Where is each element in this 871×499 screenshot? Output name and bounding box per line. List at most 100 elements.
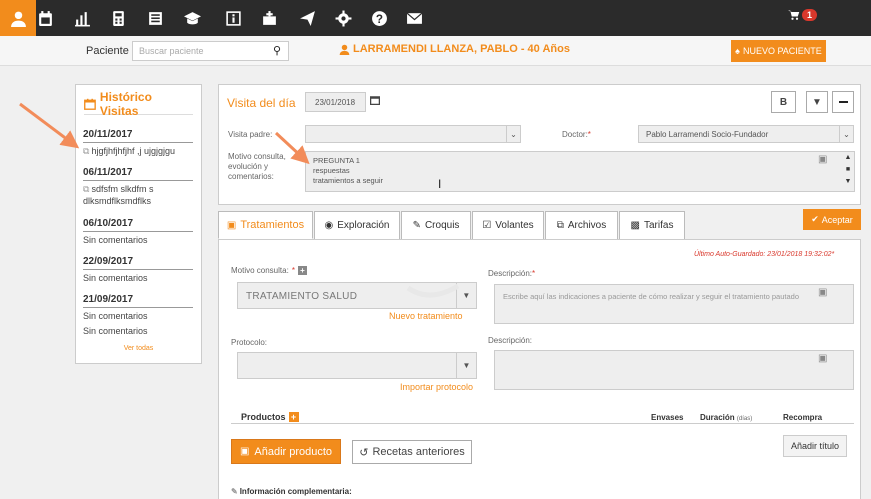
- list-item[interactable]: 20/11/2017 ⧉ hjgfjhfjhfjhf ,j ujgjgjgu: [83, 129, 193, 157]
- col-duracion-unit: (días): [736, 416, 753, 422]
- visit-comment: Sin comentarios: [83, 273, 148, 283]
- info-section: ✎ Información complementaria:: [231, 487, 352, 496]
- previous-recipes-button[interactable]: ↺ Recetas anteriores: [352, 440, 472, 464]
- doctor-label-text: Doctor:: [562, 130, 588, 139]
- pin-button[interactable]: ▼: [806, 91, 828, 113]
- visit-comment-line2: Sin comentarios: [83, 326, 148, 336]
- tab-croquis[interactable]: ✎ Croquis: [401, 211, 471, 239]
- gear-icon[interactable]: [325, 0, 361, 36]
- visit-date: 06/10/2017: [83, 218, 193, 232]
- list-item[interactable]: 22/09/2017 Sin comentarios: [83, 256, 193, 284]
- treat-motivo-label: Motivo consulta: * +: [231, 266, 307, 275]
- list-item[interactable]: 06/11/2017 ⧉ sdfsfm slkdfm s dlksmdflksmd…: [83, 167, 193, 207]
- top-navbar: ? 1: [0, 0, 871, 36]
- col-recompra: Recompra: [783, 413, 823, 422]
- motivo-line: PREGUNTA 1: [313, 156, 360, 165]
- tab-archivos[interactable]: ⧉ Archivos: [545, 211, 618, 239]
- tab-label: Archivos: [567, 220, 607, 231]
- import-protocol-link[interactable]: Importar protocolo: [400, 382, 473, 392]
- eye-icon: ◉: [324, 220, 334, 231]
- products-header: Productos +: [241, 412, 299, 422]
- description2-textarea[interactable]: [494, 350, 854, 390]
- description-textarea[interactable]: Escribe aquí las indicaciones a paciente…: [494, 284, 854, 324]
- graduation-cap-icon[interactable]: [174, 0, 210, 36]
- visit-date-field[interactable]: 23/01/2018: [305, 92, 366, 112]
- cart-badge: 1: [802, 9, 818, 21]
- motivo-textarea[interactable]: PREGUNTA 1 respuestas tratamientos a seg…: [305, 151, 855, 192]
- envelope-icon[interactable]: [396, 0, 432, 36]
- medkit-icon: ▣: [226, 219, 237, 231]
- calendar-icon[interactable]: [27, 0, 63, 36]
- visit-comment: ⧉ hjgfjhfjhfjhf ,j ujgjgjgu: [83, 145, 193, 157]
- question-icon[interactable]: ?: [361, 0, 397, 36]
- tab-label: Tratamientos: [240, 219, 305, 231]
- cart-button[interactable]: 1: [788, 9, 818, 21]
- bar-chart-icon[interactable]: [64, 0, 100, 36]
- see-all-link[interactable]: Ver todas: [75, 345, 202, 352]
- motivo-select[interactable]: TRATAMIENTO SALUD ▼: [237, 282, 477, 309]
- copy-icon: ⧉: [83, 184, 90, 194]
- motivo-line: respuestas: [313, 166, 350, 175]
- calendar-icon[interactable]: [370, 95, 380, 108]
- list-item[interactable]: 21/09/2017 Sin comentarios Sin comentari…: [83, 294, 193, 337]
- patient-name-text: LARRAMENDI LLANZA, PABLO - 40 Años: [353, 43, 570, 55]
- expand-icon[interactable]: ▣: [818, 154, 827, 165]
- tab-tarifas[interactable]: ▩ Tarifas: [619, 211, 685, 239]
- bold-button[interactable]: B: [771, 91, 796, 113]
- add-product-label: Añadir producto: [254, 445, 333, 458]
- col-envases: Envases: [651, 413, 684, 422]
- calendar-icon: [84, 98, 96, 110]
- cart-icon: [788, 10, 800, 20]
- visit-comment-text: hjgfjhfjhfjhf ,j ujgjgjgu: [91, 146, 175, 156]
- patient-search-input[interactable]: Buscar paciente: [132, 41, 289, 61]
- new-patient-button[interactable]: ♠ NUEVO PACIENTE: [731, 40, 826, 62]
- products-label: Productos: [241, 412, 286, 422]
- motivo-select-value: TRATAMIENTO SALUD: [246, 291, 358, 302]
- list-item[interactable]: 06/10/2017 Sin comentarios: [83, 218, 193, 246]
- search-icon[interactable]: ⚲: [273, 44, 281, 57]
- tab-tratamientos[interactable]: ▣ Tratamientos: [218, 211, 313, 239]
- tab-volantes[interactable]: ☑ Volantes: [472, 211, 544, 239]
- accept-label: Aceptar: [821, 214, 853, 225]
- minus-icon: [838, 101, 848, 103]
- col-duracion-text: Duración: [700, 413, 735, 422]
- newspaper-icon[interactable]: [137, 0, 173, 36]
- plus-icon[interactable]: +: [288, 412, 299, 422]
- protocol-select[interactable]: ▼: [237, 352, 477, 379]
- visit-date: 22/09/2017: [83, 256, 193, 270]
- history-header: Histórico Visitas: [84, 90, 193, 118]
- expand-icon[interactable]: ▣: [818, 353, 827, 364]
- patient-name: LARRAMENDI LLANZA, PABLO - 40 Años: [339, 43, 570, 55]
- tab-label: Croquis: [424, 220, 460, 231]
- description2-label: Descripción:: [488, 336, 533, 345]
- description-label-text: Descripción:: [488, 269, 533, 278]
- doctor-label: Doctor:*: [562, 130, 591, 139]
- new-patient-label: NUEVO PACIENTE: [742, 46, 822, 56]
- medkit-icon[interactable]: [251, 0, 287, 36]
- expand-icon[interactable]: ▣: [818, 287, 827, 298]
- info-icon[interactable]: [215, 0, 251, 36]
- new-treatment-link[interactable]: Nuevo tratamiento: [389, 311, 463, 321]
- paper-plane-icon[interactable]: [289, 0, 325, 36]
- divider: [231, 423, 854, 424]
- treat-motivo-label-text: Motivo consulta:: [231, 266, 289, 275]
- paperclip-icon: ✎: [231, 487, 238, 496]
- doctor-select[interactable]: Pablo Larramendi Socio-Fundador ⌄: [638, 125, 854, 143]
- check-icon: ✔: [811, 214, 819, 224]
- visit-comment: Sin comentarios: [83, 235, 148, 245]
- add-user-icon: ♠: [735, 46, 740, 56]
- tab-exploracion[interactable]: ◉ Exploración: [314, 211, 400, 239]
- parent-visit-select[interactable]: ⌄: [305, 125, 521, 143]
- visit-comment-line2: dlksmdflksmdflks: [83, 196, 152, 206]
- patient-label: Paciente: [86, 45, 129, 57]
- minimize-button[interactable]: [832, 91, 854, 113]
- basket-icon: ▣: [239, 446, 250, 457]
- accept-button[interactable]: ✔ Aceptar: [803, 209, 861, 230]
- calculator-icon[interactable]: [100, 0, 136, 36]
- plus-icon[interactable]: +: [297, 266, 307, 275]
- visit-comment: ⧉ sdfsfm slkdfm s: [83, 183, 193, 195]
- scrollbar[interactable]: ▲ ■ ▼: [842, 152, 854, 192]
- add-title-button[interactable]: Añadir título: [783, 435, 847, 457]
- checkbox-icon: ☑: [482, 220, 492, 231]
- add-product-button[interactable]: ▣ Añadir producto: [231, 439, 341, 464]
